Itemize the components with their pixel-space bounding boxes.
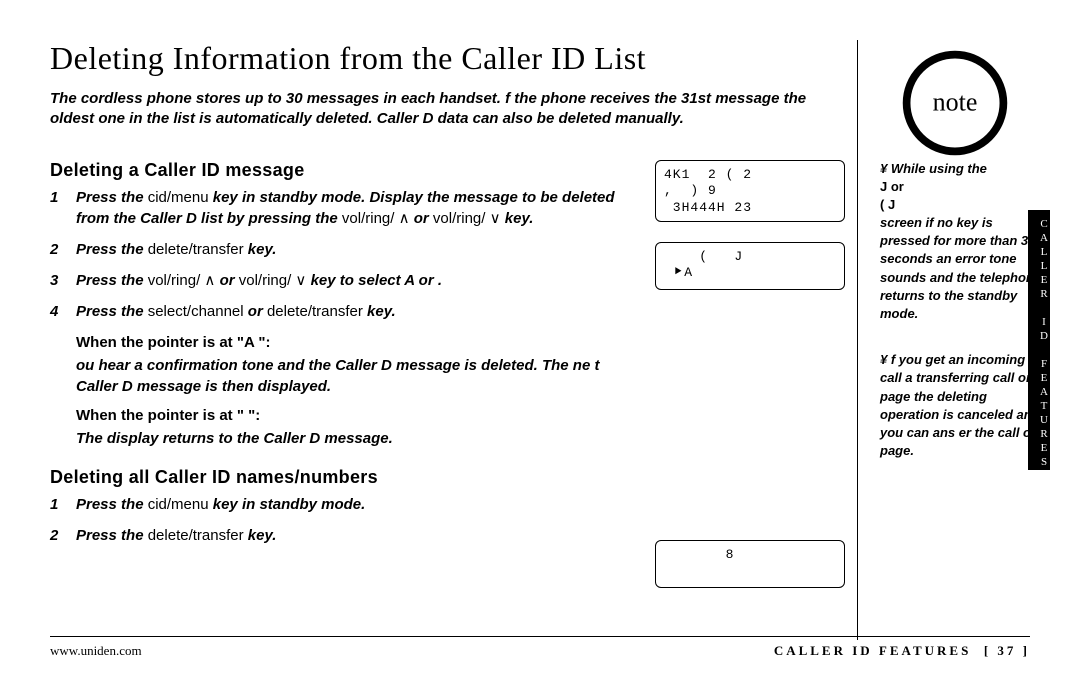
key-delete-transfer: delete/transfer: [144, 527, 248, 544]
note-label: note: [933, 87, 978, 117]
note-line: ¥ While using the: [880, 160, 1045, 178]
vertical-divider: [857, 40, 858, 640]
key-delete-transfer: delete/transfer: [144, 241, 248, 258]
note-line: ¥ f you get an incoming call a transferr…: [880, 351, 1045, 460]
when-yes-block: When the pointer is at "A ": ou hear a c…: [50, 332, 630, 397]
footer-section-label: CALLER ID FEATURES: [774, 643, 972, 658]
lcd-screen-1: 4K1 2 ( 2 , ) 9 3H444H 23: [655, 160, 845, 222]
text: or: [248, 303, 263, 320]
side-tab: CALLER ID FEATURES: [1028, 210, 1050, 470]
text: key.: [248, 527, 277, 544]
footer-page-number: [ 37 ]: [984, 643, 1030, 658]
page-title: Deleting Information from the Caller ID …: [50, 40, 1030, 77]
text: key.: [248, 241, 277, 258]
section1-step2: 2 Press the delete/transfer key.: [50, 239, 630, 260]
text: key to select A or .: [311, 272, 442, 289]
page-footer: www.uniden.com CALLER ID FEATURES [ 37 ]: [50, 636, 1030, 659]
when-yes-body: ou hear a confirmation tone and the Call…: [76, 357, 599, 395]
footer-url: www.uniden.com: [50, 643, 142, 659]
key-cid-menu: cid/menu: [144, 189, 213, 206]
note-icon: note: [900, 48, 1010, 158]
text: Press the: [76, 527, 144, 544]
key-vol-down: vol/ring/ ∨: [429, 210, 505, 227]
note-line: J or: [880, 178, 1045, 196]
note-line: ( J: [880, 196, 1045, 214]
text: key in standby mode.: [213, 496, 366, 513]
text: key.: [505, 210, 534, 227]
section1-heading: Deleting a Caller ID message: [50, 160, 630, 181]
sidebar-note-2: ¥ f you get an incoming call a transferr…: [880, 351, 1045, 460]
text: Press the: [76, 272, 144, 289]
key-vol-up: vol/ring/ ∧: [338, 210, 414, 227]
text: Press the: [76, 303, 144, 320]
key-cid-menu: cid/menu: [144, 496, 213, 513]
text: Press the: [76, 496, 144, 513]
text: Press the: [76, 189, 144, 206]
text: Press the: [76, 241, 144, 258]
section1-step4: 4 Press the select/channel or delete/tra…: [50, 301, 630, 322]
section2-step1: 1 Press the cid/menu key in standby mode…: [50, 494, 630, 515]
when-no-body: The display returns to the Caller D mess…: [76, 430, 393, 447]
note-line: screen if no key is pressed for more tha…: [880, 214, 1045, 323]
key-select-channel: select/channel: [144, 303, 248, 320]
section1-step1: 1 Press the cid/menu key in standby mode…: [50, 187, 630, 229]
text: key.: [367, 303, 396, 320]
key-vol-down: vol/ring/ ∨: [235, 272, 311, 289]
intro-paragraph: The cordless phone stores up to 30 messa…: [50, 89, 840, 130]
text: or: [414, 210, 429, 227]
key-vol-up: vol/ring/ ∧: [144, 272, 220, 289]
key-delete-transfer: delete/transfer: [263, 303, 367, 320]
when-no-block: When the pointer is at " ": The display …: [50, 405, 630, 449]
when-yes-label: When the pointer is at "A ":: [76, 332, 630, 353]
lcd-screen-2: ( J ⯈A: [655, 242, 845, 290]
section1-step3: 3 Press the vol/ring/ ∧ or vol/ring/ ∨ k…: [50, 270, 630, 291]
section2-step2: 2 Press the delete/transfer key.: [50, 525, 630, 546]
text: or: [220, 272, 235, 289]
when-no-label: When the pointer is at " ":: [76, 405, 630, 426]
section2-heading: Deleting all Caller ID names/numbers: [50, 467, 630, 488]
lcd-screen-3: 8: [655, 540, 845, 588]
footer-section: CALLER ID FEATURES [ 37 ]: [774, 643, 1030, 659]
sidebar-note-1: ¥ While using the J or ( J screen if no …: [880, 160, 1045, 324]
